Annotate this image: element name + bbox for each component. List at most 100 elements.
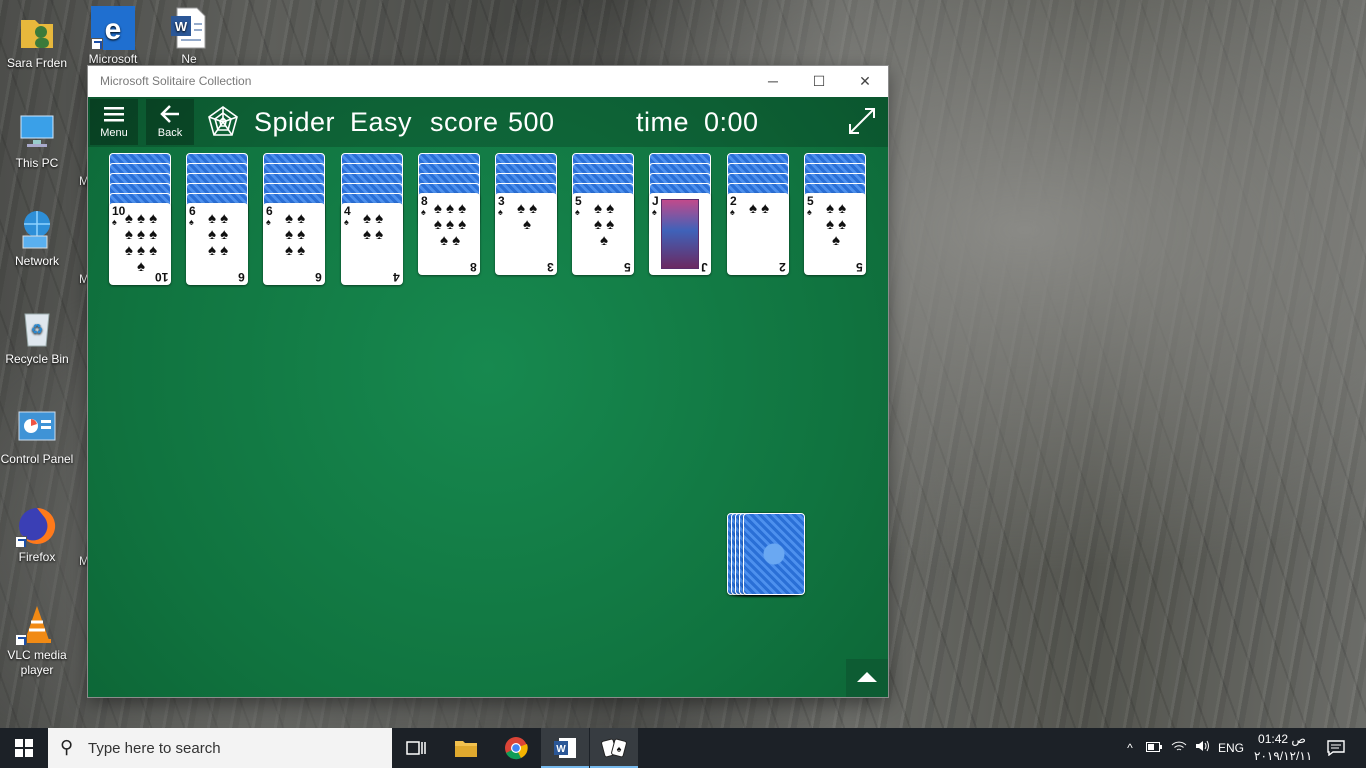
desktop-icon-user-folder[interactable]: Sara Frden [0, 10, 74, 71]
desktop-icon-label: Microsoft [88, 52, 138, 66]
file-explorer-button[interactable] [442, 728, 490, 768]
spider-web-icon [206, 105, 240, 144]
face-up-card[interactable]: 5 ♠ ♠ ♠ ♠ ♠ ♠ 5 [804, 193, 866, 275]
card-pips: ♠ ♠ ♠ ♠ ♠ ♠ [284, 210, 306, 259]
svg-text:W: W [556, 744, 566, 755]
search-placeholder: Type here to search [88, 740, 221, 757]
game-board[interactable]: Menu Back Spider Easy score 500 time 0:0… [88, 97, 888, 697]
hamburger-icon [90, 105, 138, 125]
time-label: time [636, 107, 690, 137]
svg-text:♠: ♠ [617, 744, 622, 754]
card-rank: 3 [498, 194, 505, 208]
card-rank: 5 [624, 260, 631, 274]
language-indicator[interactable]: ENG [1216, 728, 1246, 768]
desktop-icon-recycle-bin[interactable]: ♻ Recycle Bin [0, 306, 74, 367]
clock-date: ٢٠١٩/١٢/١١ [1254, 749, 1313, 763]
tray-overflow-icon[interactable]: ^ [1120, 728, 1140, 768]
svg-text:e: e [105, 13, 122, 46]
clock-ampm: ص [1291, 732, 1306, 746]
network-icon [15, 208, 59, 252]
clock[interactable]: 01:42 ص ٢٠١٩/١٢/١١ [1254, 731, 1313, 765]
close-button[interactable]: ✕ [842, 66, 888, 97]
action-center-icon[interactable] [1320, 728, 1352, 768]
face-up-card[interactable]: 6 ♠ ♠ ♠ ♠ ♠ ♠ ♠ 6 [186, 203, 248, 285]
desktop-icon-control-panel[interactable]: Control Panel [0, 406, 74, 467]
stock-card[interactable] [743, 513, 805, 595]
battery-icon[interactable] [1144, 728, 1164, 768]
game-name: Spider [254, 107, 336, 137]
menu-button[interactable]: Menu [90, 99, 138, 145]
taskbar: ⚲ Type here to search W ♠ ^ ENG 01:42 ص … [0, 728, 1366, 768]
spade-suit-icon: ♠ [421, 207, 426, 217]
card-pips: ♠ ♠ [748, 200, 770, 217]
face-up-card[interactable]: 3 ♠ ♠ ♠ ♠ 3 [495, 193, 557, 275]
fullscreen-icon[interactable] [848, 107, 876, 140]
card-rank: 4 [344, 204, 351, 218]
card-pips: ♠ ♠ ♠ ♠ ♠ [593, 200, 615, 249]
spade-suit-icon: ♠ [112, 217, 117, 227]
svg-text:W: W [175, 19, 188, 34]
card-rank: 2 [779, 260, 786, 274]
desktop-icon-vlc[interactable]: VLC media player [0, 602, 74, 678]
computer-icon [15, 110, 59, 154]
firefox-icon [15, 504, 59, 548]
spade-suit-icon: ♠ [344, 217, 349, 227]
card-rank: J [652, 194, 659, 208]
wifi-icon[interactable] [1168, 728, 1190, 768]
desktop-icon-word-doc[interactable]: W Ne [152, 6, 226, 67]
spade-suit-icon: ♠ [189, 217, 194, 227]
solitaire-window: Microsoft Solitaire Collection ─ ☐ ✕ Men… [88, 66, 888, 697]
card-rank: 8 [421, 194, 428, 208]
user-folder-icon [15, 10, 59, 54]
face-up-card[interactable]: J ♠ J [649, 193, 711, 275]
card-rank: 6 [238, 270, 245, 284]
spade-suit-icon: ♠ [730, 207, 735, 217]
solitaire-icon: ♠ [601, 738, 627, 763]
stock-pile[interactable] [727, 513, 817, 599]
solitaire-button[interactable]: ♠ [590, 728, 638, 768]
desktop-icon-label: Ne [181, 52, 197, 66]
face-up-card[interactable]: 6 ♠ ♠ ♠ ♠ ♠ ♠ ♠ 6 [263, 203, 325, 285]
jack-face-art [661, 199, 699, 269]
svg-text:♻: ♻ [31, 321, 44, 337]
card-pips: ♠ ♠ ♠ ♠ ♠ ♠ ♠ ♠ ♠ ♠ [124, 210, 158, 275]
desktop-icon-network[interactable]: Network [0, 208, 74, 269]
card-rank: 5 [807, 194, 814, 208]
desktop-icon-edge[interactable]: e Microsoft [76, 6, 150, 67]
chrome-button[interactable] [492, 728, 540, 768]
word-button[interactable]: W [541, 728, 589, 768]
chrome-icon [504, 737, 528, 764]
back-arrow-icon [146, 105, 194, 125]
caret-up-icon [857, 669, 877, 686]
minimize-button[interactable]: ─ [750, 66, 796, 97]
task-view-button[interactable] [392, 728, 440, 768]
volume-icon[interactable] [1192, 728, 1214, 768]
back-button[interactable]: Back [146, 99, 194, 145]
card-pips: ♠ ♠ ♠ ♠ ♠ ♠ [207, 210, 229, 259]
clock-time: 01:42 [1258, 732, 1289, 746]
desktop-icon-this-pc[interactable]: This PC [0, 110, 74, 171]
face-up-card[interactable]: 4 ♠ ♠ ♠ ♠ ♠ 4 [341, 203, 403, 285]
maximize-button[interactable]: ☐ [796, 66, 842, 97]
face-up-card[interactable]: 10 ♠ ♠ ♠ ♠ ♠ ♠ ♠ ♠ ♠ ♠ ♠ 10 [109, 203, 171, 285]
card-pips: ♠ ♠ ♠ ♠ ♠ ♠ ♠ ♠ [433, 200, 467, 249]
face-up-card[interactable]: 2 ♠ ♠ ♠ 2 [727, 193, 789, 275]
back-label: Back [157, 127, 183, 139]
desktop-icon-firefox[interactable]: Firefox [0, 504, 74, 565]
desktop-icon-label: VLC media player [7, 648, 67, 677]
time-value: 0:00 [704, 107, 759, 137]
spade-suit-icon: ♠ [652, 207, 657, 217]
spade-suit-icon: ♠ [575, 207, 580, 217]
window-title: Microsoft Solitaire Collection [100, 74, 252, 88]
title-bar[interactable]: Microsoft Solitaire Collection ─ ☐ ✕ [88, 66, 888, 97]
file-explorer-icon [454, 741, 478, 762]
start-button[interactable] [0, 728, 48, 768]
search-icon: ⚲ [60, 737, 74, 757]
face-up-card[interactable]: 8 ♠ ♠ ♠ ♠ ♠ ♠ ♠ ♠ ♠ 8 [418, 193, 480, 275]
desktop-icon-label: This PC [15, 156, 59, 170]
spade-suit-icon: ♠ [498, 207, 503, 217]
taskbar-search-box[interactable]: ⚲ Type here to search [48, 728, 392, 768]
card-rank: 5 [856, 260, 863, 274]
scroll-up-button[interactable] [846, 659, 888, 697]
face-up-card[interactable]: 5 ♠ ♠ ♠ ♠ ♠ ♠ 5 [572, 193, 634, 275]
